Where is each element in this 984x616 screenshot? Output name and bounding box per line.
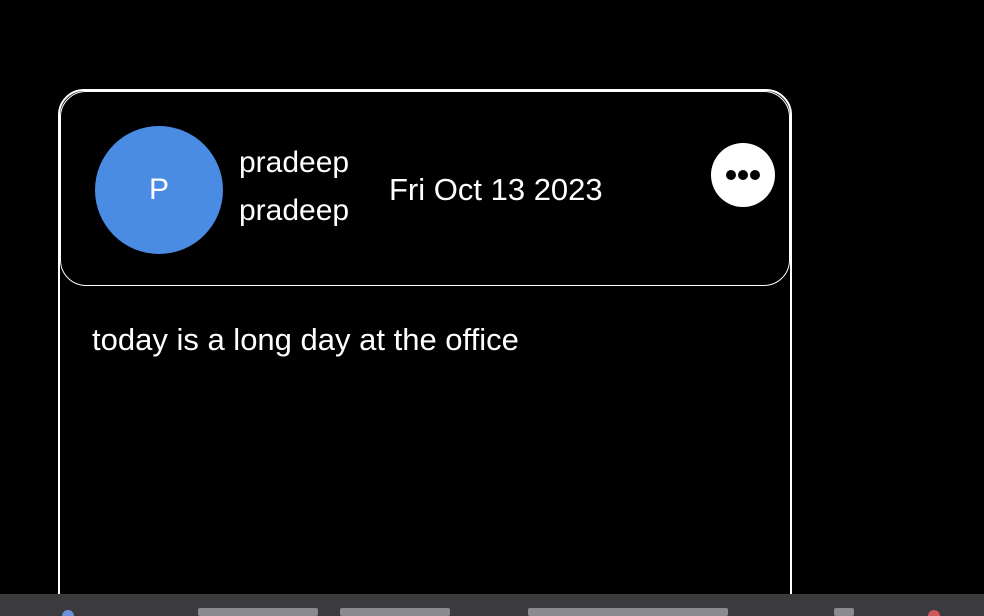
taskbar-item[interactable] (834, 608, 854, 616)
post-content: today is a long day at the office (92, 322, 519, 357)
post-date: Fri Oct 13 2023 (389, 172, 603, 207)
taskbar (0, 594, 984, 616)
user-names: pradeep pradeep (239, 144, 349, 230)
user-handle[interactable]: pradeep (239, 192, 349, 230)
taskbar-item[interactable] (340, 608, 450, 616)
post-card: P pradeep pradeep Fri Oct 13 2023 today … (58, 89, 792, 616)
taskbar-item[interactable] (198, 608, 318, 616)
user-name[interactable]: pradeep (239, 144, 349, 182)
taskbar-status-icon[interactable] (928, 610, 940, 616)
post-header: P pradeep pradeep Fri Oct 13 2023 (60, 91, 790, 286)
taskbar-app-icon[interactable] (62, 610, 74, 616)
page: P pradeep pradeep Fri Oct 13 2023 today … (0, 0, 984, 616)
avatar-initial: P (148, 173, 169, 206)
ellipsis-horizontal-icon (726, 170, 760, 180)
more-options-button[interactable] (711, 143, 775, 207)
avatar[interactable]: P (95, 126, 223, 254)
taskbar-item[interactable] (528, 608, 728, 616)
